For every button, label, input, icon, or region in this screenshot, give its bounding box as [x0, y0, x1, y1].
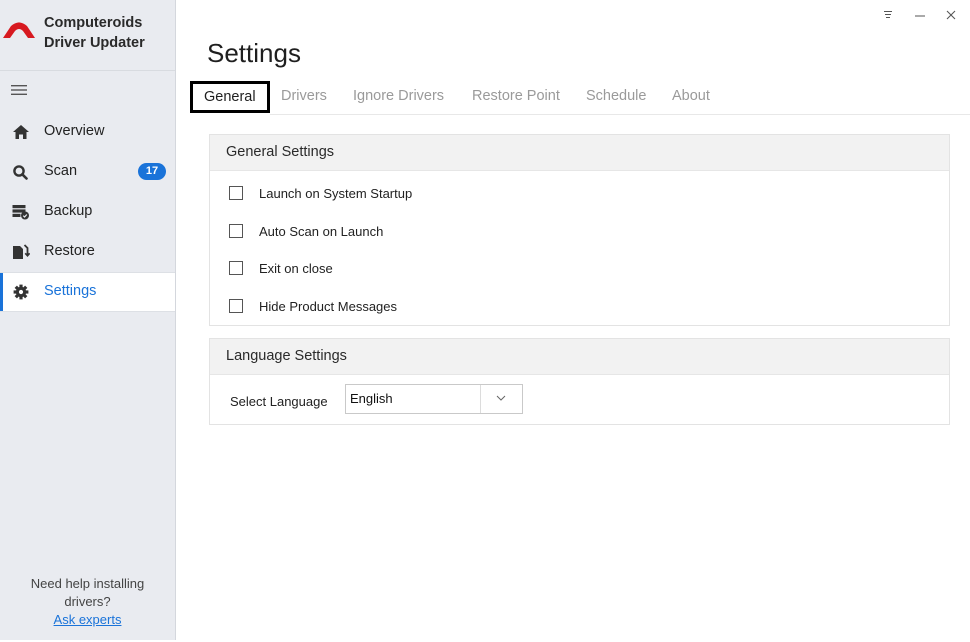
backup-icon — [12, 205, 29, 220]
launch-on-startup-checkbox[interactable] — [229, 186, 243, 200]
hide-product-messages-checkbox[interactable] — [229, 298, 243, 313]
option-row: Auto Scan on Launch — [210, 211, 949, 249]
sidebar-item-scan[interactable]: Scan 17 — [0, 152, 175, 192]
sidebar-item-label: Backup — [44, 203, 93, 219]
option-row: Exit on close — [210, 248, 949, 286]
tabs-divider — [270, 114, 970, 115]
ask-experts-link[interactable]: Ask experts — [54, 612, 122, 627]
brand-name-line2: Driver Updater — [44, 35, 145, 51]
minimize-button[interactable] — [910, 6, 930, 26]
tab-ignore-drivers[interactable]: Ignore Drivers — [353, 81, 444, 113]
tab-restore-point[interactable]: Restore Point — [472, 81, 560, 113]
option-row: Hide Product Messages — [210, 286, 949, 324]
language-select-value: English — [350, 391, 393, 406]
chevron-down-icon — [496, 395, 506, 401]
menu-lines-icon — [884, 11, 892, 18]
brand: Computeroids Driver Updater — [0, 0, 175, 71]
restore-icon — [13, 244, 30, 259]
general-settings-options: Launch on System Startup Auto Scan on La… — [210, 171, 949, 323]
language-settings-panel: Language Settings Select Language Englis… — [209, 338, 950, 425]
close-icon — [946, 10, 956, 20]
sidebar-item-settings[interactable]: Settings — [0, 272, 175, 312]
tab-general[interactable]: General — [190, 81, 270, 113]
tab-schedule[interactable]: Schedule — [586, 81, 646, 113]
brand-name-line1: Computeroids — [44, 15, 143, 31]
option-label: Auto Scan on Launch — [259, 223, 384, 239]
sidebar-nav: Overview Scan 17 Backup Restore Settings — [0, 112, 175, 312]
search-icon — [13, 165, 28, 180]
tab-about[interactable]: About — [672, 81, 710, 113]
language-settings-header: Language Settings — [210, 339, 949, 375]
language-select[interactable]: English — [345, 384, 523, 414]
page-title: Settings — [207, 38, 301, 68]
hamburger-menu-icon[interactable] — [11, 83, 27, 97]
sidebar-item-overview[interactable]: Overview — [0, 112, 175, 152]
home-icon — [13, 125, 29, 139]
window-menu-button[interactable] — [880, 6, 900, 26]
language-row: Select Language English — [210, 375, 949, 424]
minimize-icon — [915, 15, 925, 17]
option-label: Launch on System Startup — [259, 186, 413, 201]
sidebar-item-backup[interactable]: Backup — [0, 192, 175, 232]
exit-on-close-checkbox[interactable] — [229, 261, 243, 275]
option-label: Exit on close — [259, 261, 333, 276]
help-section: Need help installing drivers? Ask expert… — [0, 575, 175, 629]
sidebar-item-label: Restore — [44, 243, 95, 259]
select-divider — [480, 385, 481, 413]
app-window: Computeroids Driver Updater Overview Sca… — [0, 0, 970, 642]
general-settings-header: General Settings — [210, 135, 949, 171]
sidebar-item-restore[interactable]: Restore — [0, 232, 175, 272]
option-label: Hide Product Messages — [259, 298, 398, 314]
sidebar-item-label: Scan — [44, 163, 78, 179]
close-button[interactable] — [941, 6, 961, 26]
sidebar: Computeroids Driver Updater Overview Sca… — [0, 0, 176, 640]
help-text-line1: Need help installing — [30, 576, 145, 591]
sidebar-item-label: Overview — [44, 123, 105, 139]
gear-icon — [13, 284, 29, 300]
general-settings-panel: General Settings Launch on System Startu… — [209, 134, 950, 326]
select-language-label: Select Language — [230, 394, 328, 409]
help-text-line2: drivers? — [64, 594, 111, 609]
scan-count-badge: 17 — [138, 163, 166, 180]
brand-logo-icon — [3, 22, 35, 38]
tab-drivers[interactable]: Drivers — [281, 81, 327, 113]
sidebar-item-label: Settings — [44, 283, 97, 299]
auto-scan-checkbox[interactable] — [229, 223, 243, 238]
option-row: Launch on System Startup — [210, 173, 949, 211]
